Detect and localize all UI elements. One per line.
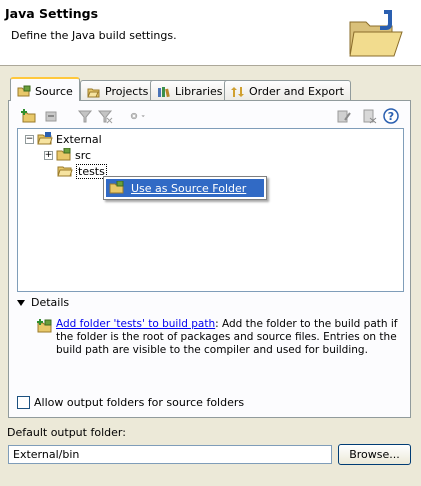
remove-icon[interactable] <box>361 108 377 124</box>
add-folder-link[interactable]: Add folder 'tests' to build path <box>56 318 215 330</box>
svg-text:?: ? <box>388 110 394 123</box>
add-folder-icon <box>37 319 52 333</box>
tab-order-export[interactable]: Order and Export <box>224 80 351 100</box>
wizard-header: Java Settings Define the Java build sett… <box>0 0 421 66</box>
tree-item-external[interactable]: − External <box>25 131 102 147</box>
order-export-icon <box>231 86 244 97</box>
expand-icon[interactable]: + <box>44 150 53 160</box>
tab-projects[interactable]: Projects <box>80 80 156 100</box>
folder-icon <box>57 166 73 177</box>
configure-dropdown-icon[interactable] <box>130 108 146 124</box>
tree-item-label: src <box>75 148 92 162</box>
help-icon[interactable]: ? <box>383 108 399 124</box>
output-folder-label: Default output folder: <box>7 426 126 439</box>
edit-icon[interactable] <box>336 108 352 124</box>
projects-icon <box>87 88 100 97</box>
allow-output-folders-option[interactable]: Allow output folders for source folders <box>17 396 244 409</box>
output-folder-input[interactable] <box>8 445 332 464</box>
tab-libraries-label: Libraries <box>175 85 223 98</box>
source-folder-icon <box>17 85 31 97</box>
allow-output-folders-label: Allow output folders for source folders <box>34 396 245 409</box>
tab-projects-label: Projects <box>105 85 149 98</box>
page-title: Java Settings <box>5 6 99 21</box>
source-folder-icon <box>56 148 71 161</box>
link-source-icon[interactable] <box>43 108 59 124</box>
inclusion-filter-icon[interactable] <box>77 108 93 124</box>
tree-item-src[interactable]: + src <box>44 147 91 163</box>
collapse-triangle-icon <box>17 299 25 306</box>
source-folder-tree[interactable]: − External + src tests <box>17 128 404 292</box>
java-folder-icon <box>349 10 403 57</box>
tree-item-tests[interactable]: tests <box>57 163 107 179</box>
tab-libraries[interactable]: Libraries <box>150 80 230 100</box>
tree-item-label: External <box>56 132 102 146</box>
add-folder-icon[interactable] <box>21 108 37 124</box>
tab-order-export-label: Order and Export <box>249 85 344 98</box>
menu-item-label: Use as Source Folder <box>131 181 247 195</box>
context-menu: Use as Source Folder <box>103 176 267 200</box>
source-folder-icon <box>109 181 124 194</box>
details-description: Add folder 'tests' to build path: Add th… <box>56 318 401 357</box>
details-label: Details <box>31 296 70 309</box>
collapse-icon[interactable]: − <box>25 134 34 144</box>
libraries-icon <box>158 86 170 97</box>
allow-output-folders-checkbox[interactable] <box>17 396 30 409</box>
tab-source-label: Source <box>35 84 73 98</box>
browse-button[interactable]: Browse... <box>338 444 411 465</box>
page-description: Define the Java build settings. <box>11 29 177 42</box>
menu-item-use-as-source-folder[interactable]: Use as Source Folder <box>106 179 264 197</box>
project-folder-icon <box>37 132 53 145</box>
exclusion-filter-icon[interactable] <box>97 108 113 124</box>
tab-source[interactable]: Source <box>10 77 80 101</box>
details-toggle[interactable]: Details <box>17 296 69 309</box>
